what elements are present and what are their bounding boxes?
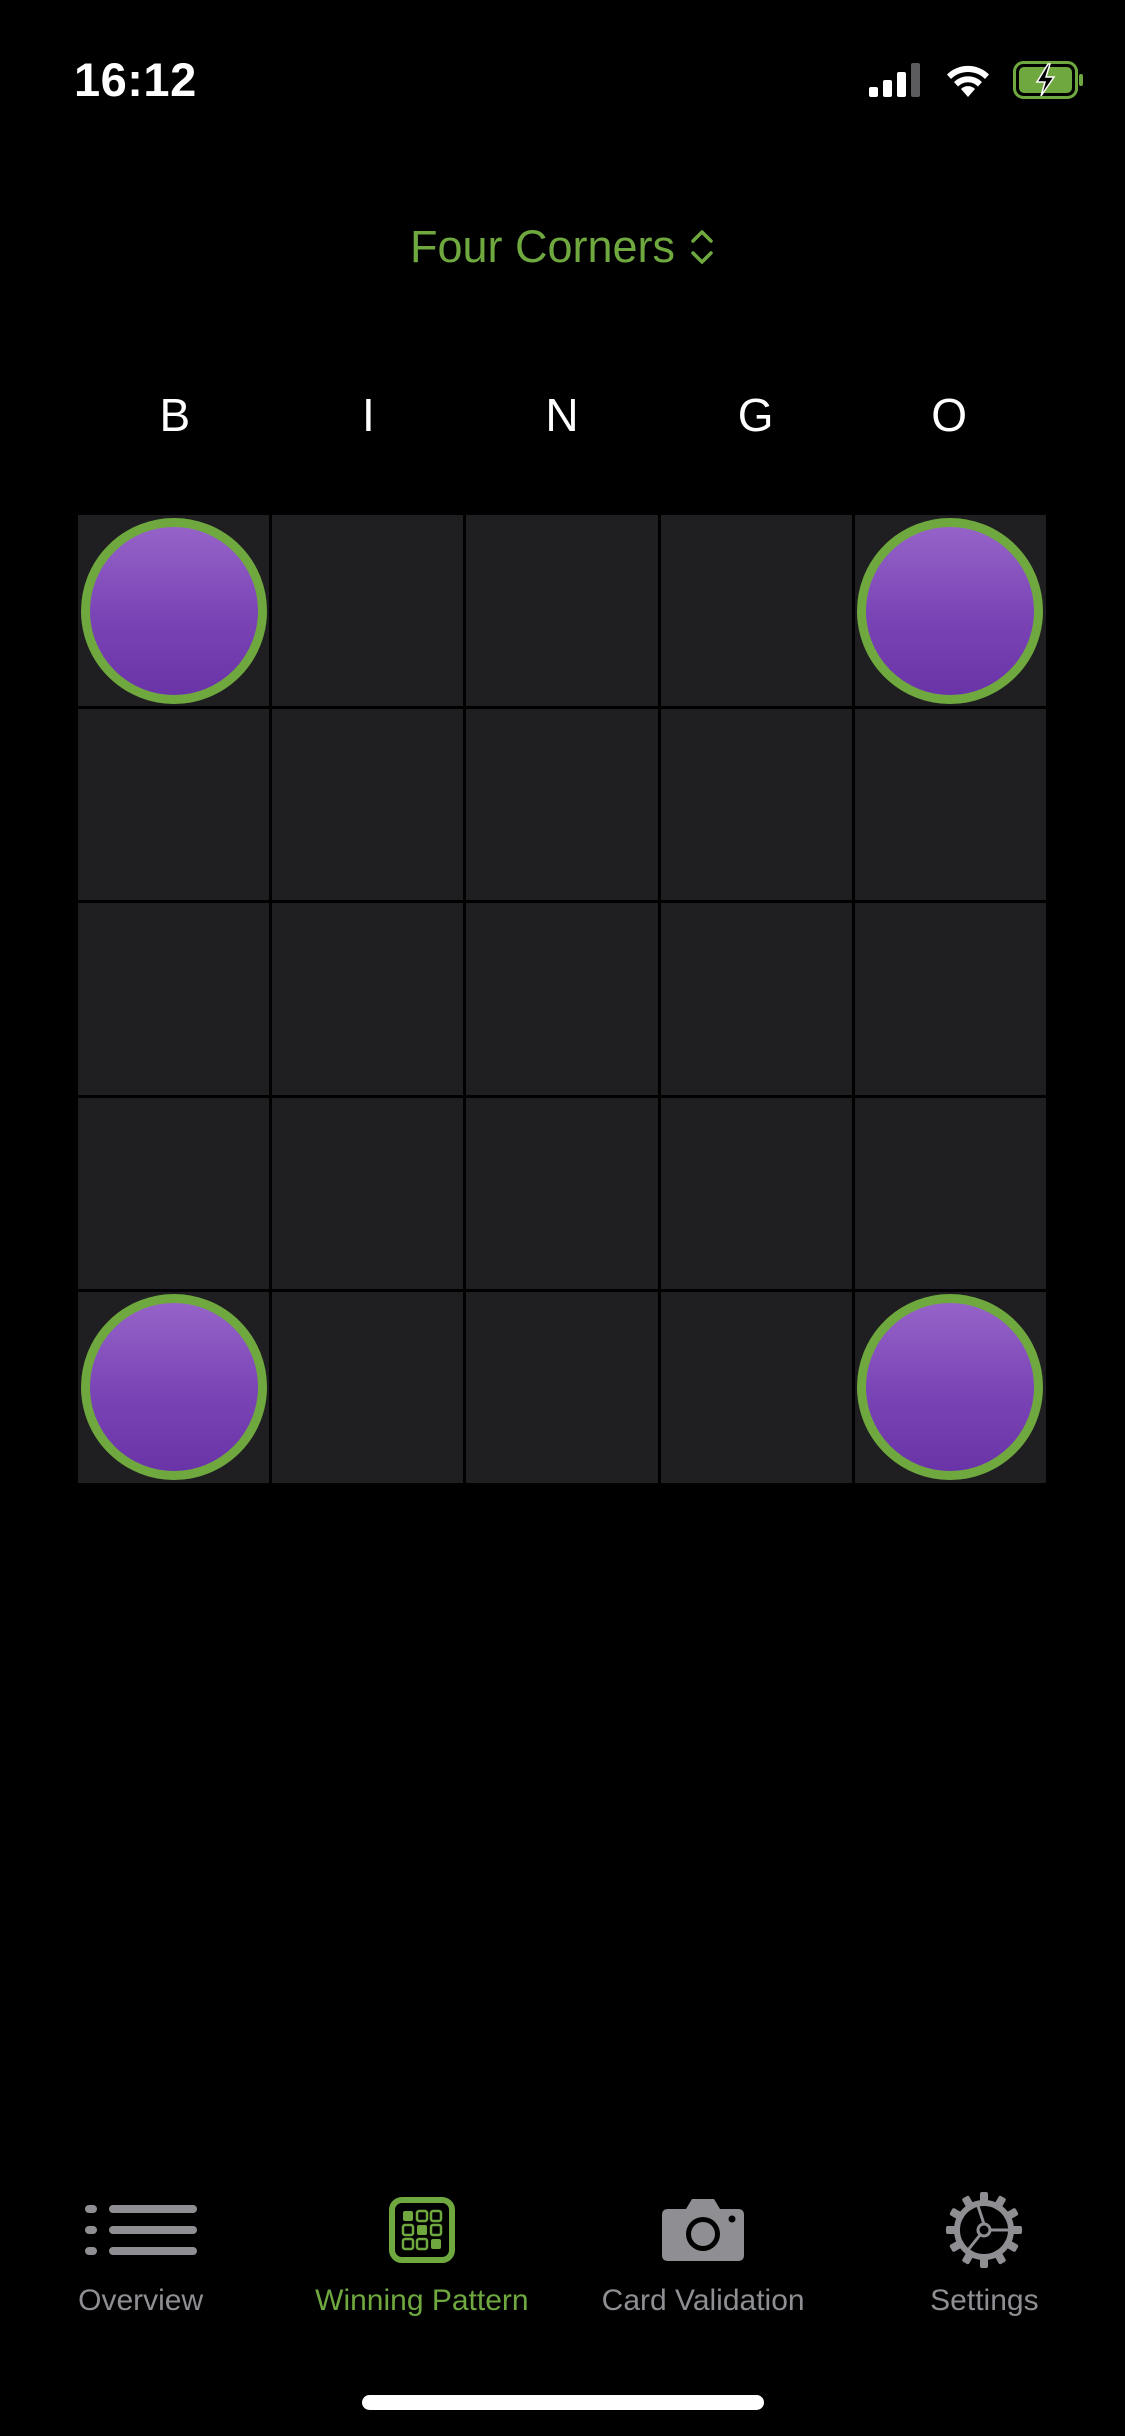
grid-cell-i-2[interactable] [272,709,464,901]
grid-cell-b-2[interactable] [78,709,270,901]
grid-cell-o-4[interactable] [854,1097,1046,1289]
grid-cell-g-3[interactable] [660,903,852,1095]
grid-cell-o-5[interactable] [854,1291,1046,1483]
tab-card-validation-label: Card Validation [601,2284,805,2317]
tab-bar: Overview Winning Pattern Card Validation… [0,2190,1125,2330]
grid-cell-g-5[interactable] [660,1291,852,1483]
grid-cell-g-1[interactable] [660,515,852,707]
home-indicator [362,2395,764,2410]
grid-cell-b-3[interactable] [78,903,270,1095]
bingo-column-headers: B I N G O [78,385,1046,445]
grid-cell-o-2[interactable] [854,709,1046,901]
marked-chip [857,517,1044,704]
column-header-g: G [737,389,774,441]
grid-cell-n-1[interactable] [466,515,658,707]
marked-chip [857,1294,1044,1481]
camera-icon [660,2190,746,2270]
grid-cell-n-3[interactable] [466,903,658,1095]
gear-icon [946,2190,1023,2270]
grid-cell-b-1[interactable] [78,515,270,707]
cellular-signal-icon [869,63,920,97]
pattern-name: Four Corners [409,221,676,272]
tab-winning-pattern-label: Winning Pattern [315,2284,529,2317]
grid-cell-g-4[interactable] [660,1097,852,1289]
grid-cell-o-1[interactable] [854,515,1046,707]
column-header-b: B [159,389,191,441]
grid-cell-o-3[interactable] [854,903,1046,1095]
marked-chip [80,517,267,704]
tab-card-validation[interactable]: Card Validation [563,2190,844,2330]
grid-cell-n-2[interactable] [466,709,658,901]
grid-cell-i-5[interactable] [272,1291,464,1483]
pattern-selector[interactable]: Four Corners [0,212,1125,282]
marked-chip [80,1294,267,1481]
wifi-icon [947,65,989,97]
grid-cell-n-5[interactable] [466,1291,658,1483]
tab-winning-pattern[interactable]: Winning Pattern [281,2190,562,2330]
status-icons [869,60,1085,100]
battery-charging-icon [1013,61,1083,99]
grid-cell-i-3[interactable] [272,903,464,1095]
grid-cell-b-4[interactable] [78,1097,270,1289]
column-header-i: I [362,389,375,441]
tab-overview-label: Overview [78,2284,204,2317]
chevron-up-down-icon [691,230,713,264]
tab-settings[interactable]: Settings [844,2190,1125,2330]
pattern-grid-icon [388,2190,455,2270]
grid-cell-n-4[interactable] [466,1097,658,1289]
tab-settings-label: Settings [930,2284,1039,2317]
grid-cell-i-1[interactable] [272,515,464,707]
grid-cell-b-5[interactable] [78,1291,270,1483]
column-header-o: O [931,389,968,441]
list-icon [83,2190,199,2270]
bingo-pattern-grid [78,515,1046,1483]
column-header-n: N [545,389,579,441]
status-time: 16:12 [74,53,197,106]
grid-cell-g-2[interactable] [660,709,852,901]
grid-cell-i-4[interactable] [272,1097,464,1289]
tab-overview[interactable]: Overview [0,2190,281,2330]
